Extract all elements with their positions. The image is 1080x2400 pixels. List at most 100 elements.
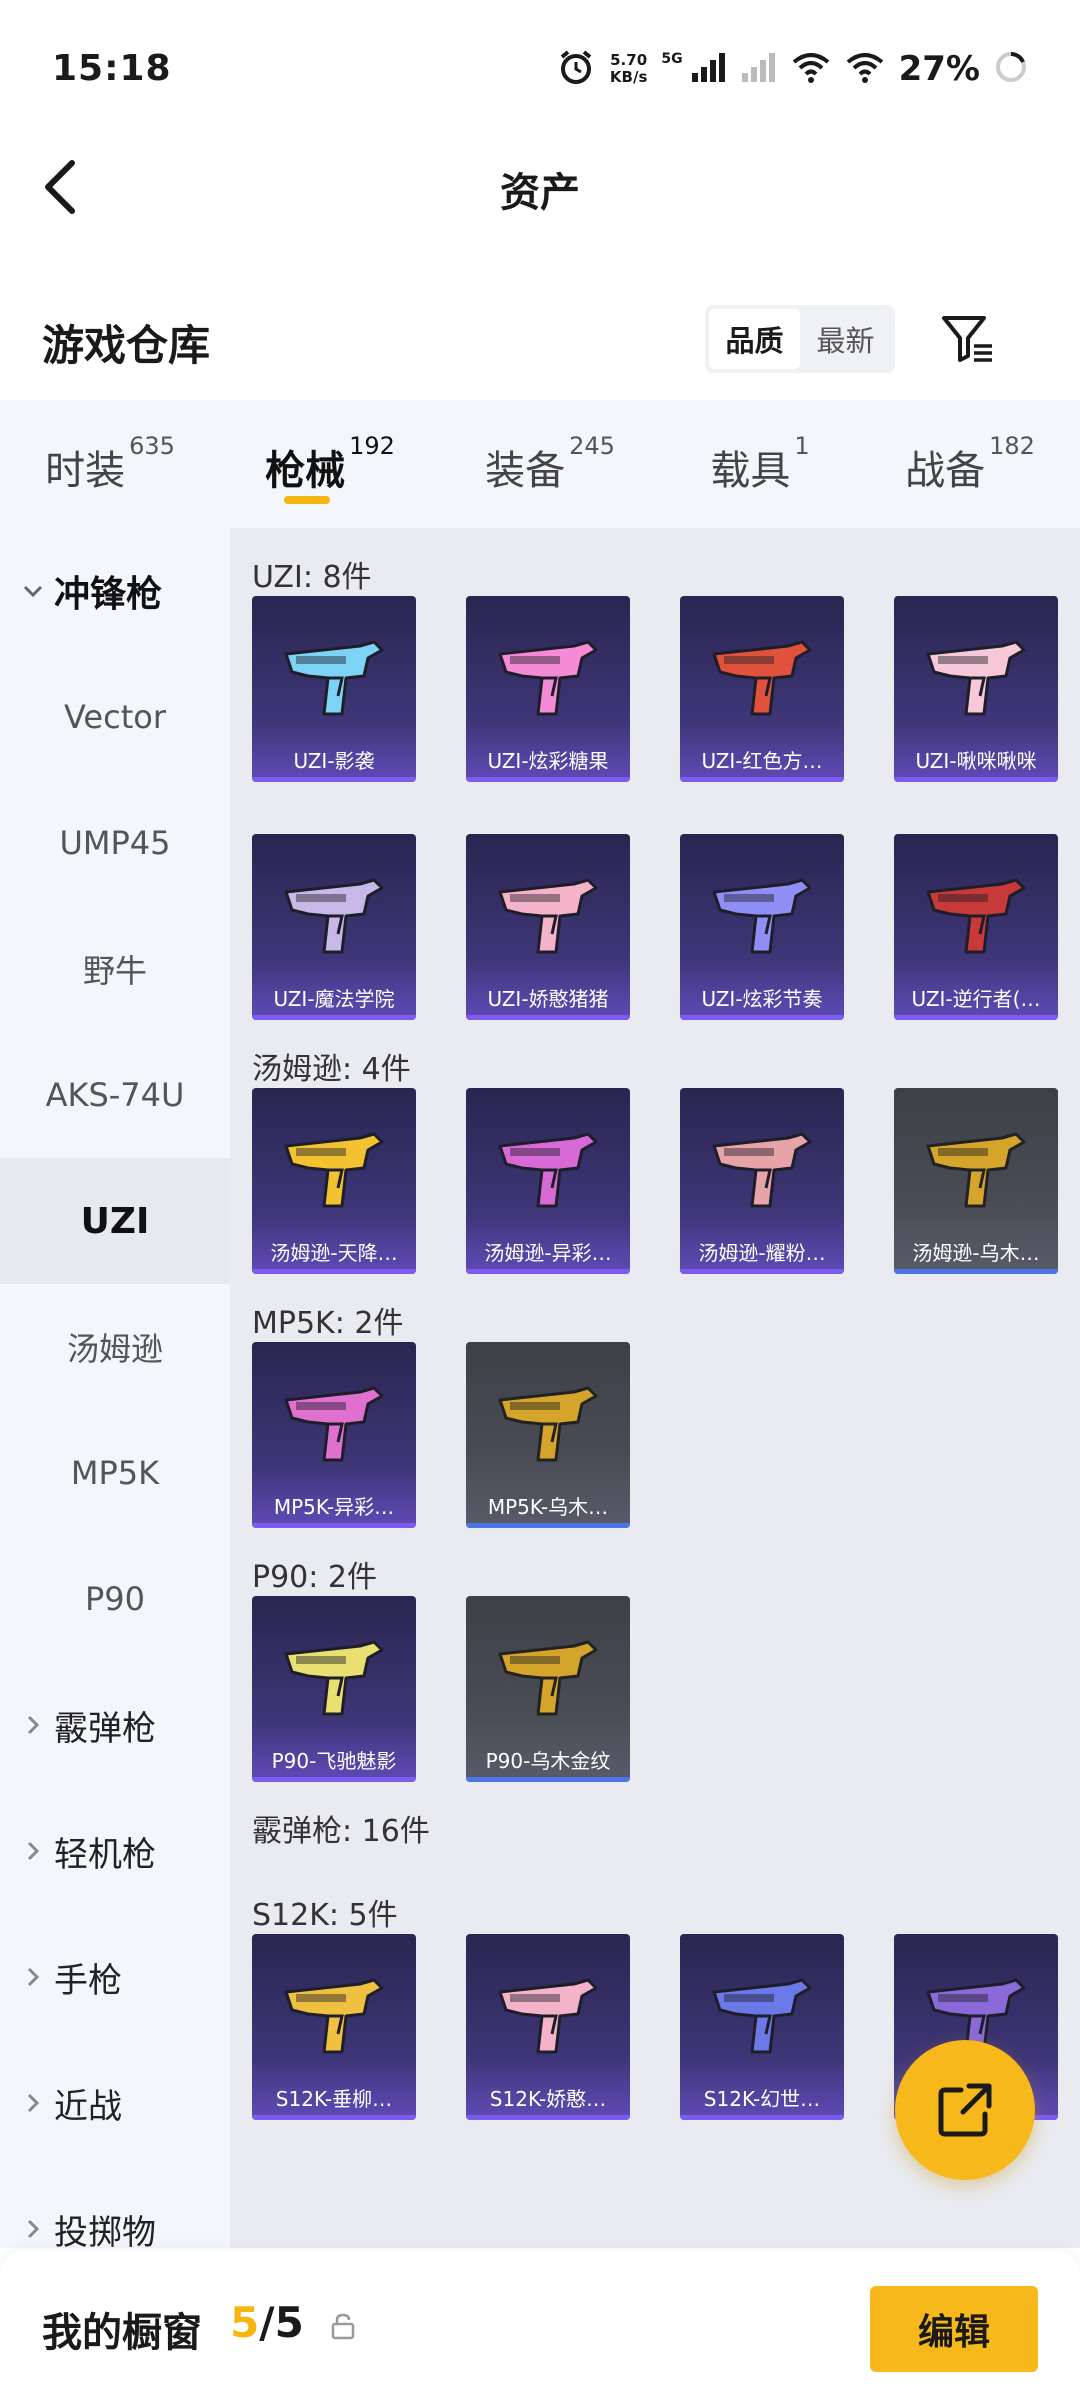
sidebar-item[interactable]: 手枪: [0, 1914, 230, 2040]
showcase-count: 5/5: [230, 2298, 304, 2347]
tab-count: 192: [349, 432, 395, 460]
wifi-icon: [791, 50, 831, 88]
item-name: UZI-娇憨猪猪: [487, 987, 609, 1011]
item-card[interactable]: 汤姆逊-乌木…: [894, 1088, 1058, 1274]
chevron-down-icon: [20, 578, 46, 604]
filter-icon: [942, 316, 992, 362]
chevron-right-icon: [20, 2216, 46, 2242]
weapon-icon: [486, 1362, 610, 1472]
sidebar-item[interactable]: 近战: [0, 2040, 230, 2166]
sidebar-item[interactable]: 轻机枪: [0, 1788, 230, 1914]
chevron-right-icon: [20, 1964, 46, 1990]
tab-label: 战备: [905, 448, 986, 494]
weapon-icon: [272, 1108, 396, 1218]
warehouse-title: 游戏仓库: [42, 321, 211, 370]
weapon-icon: [700, 1954, 824, 2064]
tab-label: 枪械: [265, 448, 346, 494]
network-type: 5G: [661, 51, 683, 67]
item-card[interactable]: P90-飞驰魅影: [252, 1596, 416, 1782]
sort-quality-button[interactable]: 品质: [709, 309, 800, 369]
rarity-bar: [466, 1015, 630, 1020]
section-title: P90: 2件: [252, 1560, 377, 1595]
chevron-right-icon: [20, 1838, 46, 1864]
section-title: UZI: 8件: [252, 560, 372, 595]
sidebar-item-label: 冲锋枪: [54, 574, 163, 615]
item-card[interactable]: UZI-啾咪啾咪: [894, 596, 1058, 782]
item-card[interactable]: MP5K-异彩…: [252, 1342, 416, 1528]
battery-icon: [994, 50, 1028, 88]
sidebar-item-label: AKS-74U: [45, 1076, 185, 1114]
rarity-bar: [252, 1523, 416, 1528]
item-name: 汤姆逊-天降…: [270, 1241, 398, 1265]
sort-newest-button[interactable]: 最新: [800, 309, 891, 369]
item-card[interactable]: 汤姆逊-耀粉…: [680, 1088, 844, 1274]
tab-fashion[interactable]: 时装 635: [0, 400, 220, 528]
item-card[interactable]: 汤姆逊-异彩…: [466, 1088, 630, 1274]
sidebar-item[interactable]: 野牛: [0, 906, 230, 1032]
item-card[interactable]: UZI-炫彩节奏: [680, 834, 844, 1020]
tab-vehicles[interactable]: 载具 1: [660, 400, 860, 528]
item-card[interactable]: S12K-幻世…: [680, 1934, 844, 2120]
rarity-bar: [680, 2115, 844, 2120]
section-title: 汤姆逊: 4件: [252, 1052, 411, 1087]
rarity-bar: [252, 1015, 416, 1020]
item-name: 汤姆逊-耀粉…: [698, 1241, 826, 1265]
tab-combat-gear[interactable]: 战备 182: [860, 400, 1080, 528]
sidebar-item[interactable]: P90: [0, 1536, 230, 1662]
item-name: UZI-魔法学院: [273, 987, 395, 1011]
item-name: MP5K-乌木…: [487, 1495, 609, 1519]
item-card[interactable]: UZI-影袭: [252, 596, 416, 782]
category-tabs: 时装 635 枪械 192 装备 245 载具 1 战备 182: [0, 400, 1080, 528]
sidebar-item[interactable]: UZI: [0, 1158, 230, 1284]
item-card[interactable]: S12K-垂柳…: [252, 1934, 416, 2120]
showcase-current: 5: [230, 2298, 260, 2347]
item-card[interactable]: S12K-娇憨…: [466, 1934, 630, 2120]
tab-guns[interactable]: 枪械 192: [220, 400, 440, 528]
sidebar-item-label: 霰弹枪: [54, 1708, 156, 1749]
share-button[interactable]: [895, 2040, 1035, 2180]
section-title: S12K: 5件: [252, 1898, 398, 1933]
rarity-bar: [680, 777, 844, 782]
tab-count: 182: [989, 432, 1035, 460]
item-card[interactable]: P90-乌木金纹: [466, 1596, 630, 1782]
sidebar-item[interactable]: 霰弹枪: [0, 1662, 230, 1788]
weapon-icon: [272, 1362, 396, 1472]
edit-button[interactable]: 编辑: [870, 2286, 1038, 2372]
sidebar-item[interactable]: MP5K: [0, 1410, 230, 1536]
rarity-bar: [466, 777, 630, 782]
filter-button[interactable]: [938, 308, 998, 368]
tab-equipment[interactable]: 装备 245: [440, 400, 660, 528]
tab-label: 装备: [485, 448, 566, 494]
item-card[interactable]: UZI-娇憨猪猪: [466, 834, 630, 1020]
weapon-icon: [486, 1616, 610, 1726]
sidebar-item[interactable]: AKS-74U: [0, 1032, 230, 1158]
item-card[interactable]: MP5K-乌木…: [466, 1342, 630, 1528]
speed-unit: KB/s: [609, 68, 648, 86]
sidebar-item-label: MP5K: [70, 1454, 160, 1492]
warehouse-header: 游戏仓库 品质 最新: [0, 290, 1080, 390]
app-root: 15:18 5.70 KB/s 5G 27% 资产 游戏仓库 品质 最新 时装 …: [0, 0, 1080, 2400]
rarity-bar: [680, 1269, 844, 1274]
rarity-bar: [252, 2115, 416, 2120]
sidebar-item-label: UMP45: [59, 824, 171, 862]
sidebar-item[interactable]: Vector: [0, 654, 230, 780]
sidebar-item[interactable]: 冲锋枪: [0, 528, 230, 654]
rarity-bar: [466, 1777, 630, 1782]
item-card[interactable]: UZI-炫彩糖果: [466, 596, 630, 782]
sidebar-item-label: 轻机枪: [54, 1834, 156, 1875]
sidebar-item-label: Vector: [64, 698, 166, 736]
item-name: UZI-炫彩糖果: [487, 749, 609, 773]
weapon-icon: [914, 854, 1038, 964]
item-card[interactable]: UZI-逆行者(…: [894, 834, 1058, 1020]
sidebar-item[interactable]: 汤姆逊: [0, 1284, 230, 1410]
share-icon: [938, 2083, 992, 2137]
item-card[interactable]: UZI-魔法学院: [252, 834, 416, 1020]
tab-count: 635: [129, 432, 175, 460]
item-card[interactable]: 汤姆逊-天降…: [252, 1088, 416, 1274]
item-card[interactable]: UZI-红色方…: [680, 596, 844, 782]
sidebar-item-label: UZI: [80, 1200, 150, 1242]
item-name: UZI-炫彩节奏: [701, 987, 823, 1011]
sidebar-item[interactable]: UMP45: [0, 780, 230, 906]
header: 资产: [0, 140, 1080, 230]
network-speed: 5.70 KB/s: [610, 52, 647, 86]
